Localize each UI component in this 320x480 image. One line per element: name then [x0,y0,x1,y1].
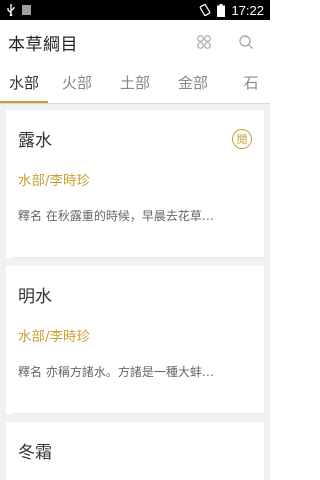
grid-icon[interactable] [194,32,214,52]
list-item[interactable]: 冬霜 [6,422,264,480]
tab-metal[interactable]: 金部 [164,72,222,103]
tab-earth[interactable]: 土部 [106,72,164,103]
status-time: 17:22 [231,2,264,18]
read-badge: 閱 [232,128,252,149]
battery-icon [217,3,226,17]
entry-source: 水部/李時珍 [18,329,91,345]
search-icon[interactable] [236,32,256,52]
list-item[interactable]: 明水 水部/李時珍 釋名 亦稱方諸水。方諸是一種大蚌… [6,266,264,414]
rotation-icon [199,4,211,16]
entry-excerpt: 釋名 亦稱方諸水。方諸是一種大蚌… [18,365,214,379]
tab-fire[interactable]: 火部 [48,72,106,103]
entry-source: 水部/李時珍 [18,173,91,189]
tab-stone[interactable]: 石 [222,72,270,103]
app-title: 本草綱目 [8,34,78,55]
category-tabs: 水部 火部 土部 金部 石 [0,64,270,104]
app-bar: 本草綱目 [0,20,270,64]
entry-title: 冬霜 [18,443,52,463]
status-bar: 17:22 [0,0,270,20]
entry-title: 明水 [18,287,52,307]
list-item[interactable]: 露水 閱 水部/李時珍 釋名 在秋露重的時候，早晨去花草… [6,110,264,258]
entry-title: 露水 [18,131,52,151]
divider [14,257,264,258]
usb-icon [6,4,16,16]
entry-excerpt: 釋名 在秋露重的時候，早晨去花草… [18,209,214,223]
notification-square-icon [22,5,31,15]
divider [14,413,264,414]
tab-water[interactable]: 水部 [0,72,48,103]
entry-list: 露水 閱 水部/李時珍 釋名 在秋露重的時候，早晨去花草… 明水 水部/李時珍 … [0,104,270,480]
